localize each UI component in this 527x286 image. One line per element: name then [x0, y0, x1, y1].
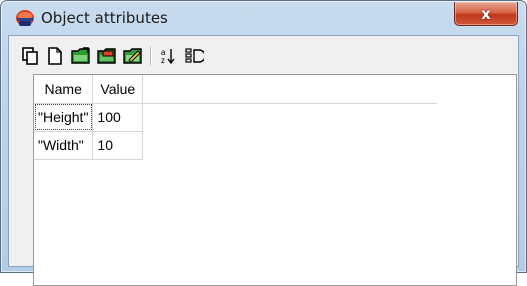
attribute-value-cell[interactable]: 100	[92, 103, 144, 132]
attribute-name-cell[interactable]: "Height"	[34, 103, 94, 132]
column-header-name[interactable]: Name	[34, 75, 94, 104]
close-icon: x	[481, 4, 491, 23]
filter-icon	[185, 48, 204, 63]
window-title: Object attributes	[41, 9, 168, 27]
sort-button[interactable]: a z	[157, 45, 179, 67]
app-icon	[15, 9, 35, 29]
new-button[interactable]	[44, 45, 66, 67]
copy-icon	[22, 47, 38, 65]
title-bar[interactable]: Object attributes x	[1, 1, 526, 35]
export-red-icon	[97, 48, 116, 64]
client-area: a z Name Value "Height" 100 "Width" 10	[8, 35, 519, 286]
copy-button[interactable]	[19, 45, 41, 67]
import-green-icon	[71, 47, 90, 64]
filter-button[interactable]	[183, 45, 205, 67]
export-button[interactable]	[96, 45, 118, 67]
attribute-name-cell[interactable]: "Width"	[34, 131, 94, 160]
sort-az-icon: a z	[161, 48, 175, 65]
row-filler	[143, 103, 437, 131]
attributes-grid: Name Value "Height" 100 "Width" 10	[33, 74, 517, 286]
attributes-table: Name Value "Height" 100 "Width" 10	[34, 75, 437, 160]
close-button[interactable]: x	[454, 2, 518, 26]
row-filler	[143, 131, 437, 159]
attribute-value-cell[interactable]: 10	[92, 131, 144, 160]
new-document-icon	[48, 47, 62, 65]
column-header-value[interactable]: Value	[92, 75, 144, 104]
toolbar: a z	[13, 38, 273, 72]
edit-button[interactable]	[122, 45, 144, 67]
table-header-row: Name Value	[34, 75, 437, 104]
object-attributes-window: Object attributes x a z Name Value "Heig…	[0, 0, 527, 286]
import-button[interactable]	[70, 45, 92, 67]
table-row[interactable]: "Width" 10	[34, 131, 437, 160]
column-header-filler	[142, 75, 437, 104]
edit-yellow-icon	[123, 48, 142, 64]
toolbar-separator	[150, 47, 151, 65]
table-row[interactable]: "Height" 100	[34, 103, 437, 132]
svg-text:z: z	[161, 56, 165, 65]
